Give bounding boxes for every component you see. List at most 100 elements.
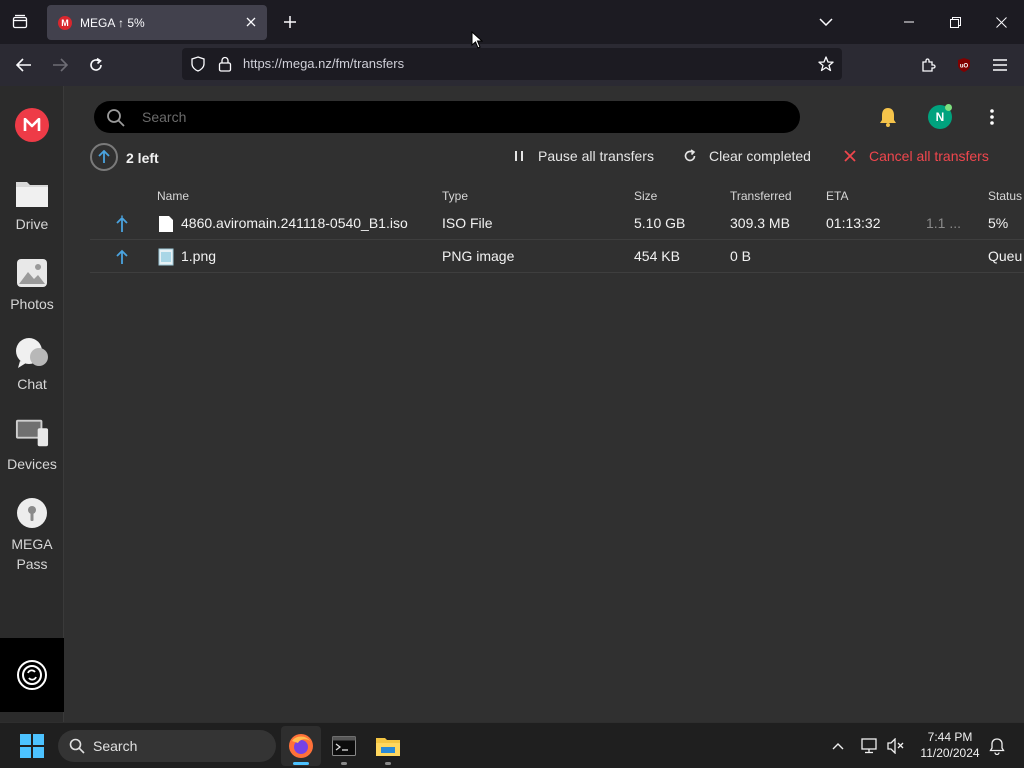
taskbar-file-explorer[interactable] <box>368 726 408 766</box>
sidebar-item-mega-pass[interactable]: MEGA Pass <box>0 496 64 574</box>
close-tab-button[interactable] <box>243 14 259 30</box>
cancel-all-button[interactable]: Cancel all transfers <box>841 146 989 166</box>
firefox-icon <box>289 734 313 758</box>
notifications-button[interactable] <box>876 105 900 129</box>
arrow-left-icon <box>16 58 31 72</box>
more-options-button[interactable] <box>982 105 1002 129</box>
app-menu-button[interactable] <box>988 53 1012 77</box>
taskbar-firefox[interactable] <box>281 726 321 766</box>
transfers-remaining: 2 left <box>126 150 159 166</box>
network-icon <box>861 738 877 754</box>
terminal-icon <box>332 736 356 756</box>
sidebar-item-label: Drive <box>15 216 49 232</box>
pause-all-button[interactable]: Pause all transfers <box>510 146 654 166</box>
chevron-up-icon <box>832 743 844 750</box>
close-icon <box>995 16 1007 28</box>
upload-arrow-icon <box>98 150 110 163</box>
taskbar-search-label: Search <box>93 738 138 754</box>
sidebar-item-photos[interactable]: Photos <box>0 256 64 314</box>
file-icon <box>159 216 173 232</box>
pause-icon <box>510 147 528 165</box>
system-clock[interactable]: 7:44 PM 11/20/2024 <box>914 729 986 761</box>
sync-app-button[interactable] <box>0 638 64 712</box>
table-row[interactable]: 4860.aviromain.241118-0540_B1.iso ISO Fi… <box>90 207 1024 240</box>
taskbar-search[interactable]: Search <box>58 730 276 762</box>
tab-title: MEGA ↑ 5% <box>80 15 145 30</box>
forward-button[interactable] <box>48 53 72 77</box>
online-status-dot <box>945 104 952 111</box>
sidebar-item-label: Devices <box>7 456 57 472</box>
taskbar-terminal[interactable] <box>324 726 364 766</box>
file-name: 4860.aviromain.241118-0540_B1.iso <box>181 215 408 231</box>
network-button[interactable] <box>860 736 880 756</box>
column-status[interactable]: Status <box>988 189 1022 203</box>
close-window-button[interactable] <box>986 8 1016 36</box>
extensions-button[interactable] <box>916 53 940 77</box>
browser-tab-bar: M MEGA ↑ 5% <box>0 0 1024 44</box>
clock-time: 7:44 PM <box>927 730 973 744</box>
show-hidden-icons-button[interactable] <box>828 736 848 756</box>
refresh-icon <box>681 147 699 165</box>
browser-tab[interactable]: M MEGA ↑ 5% <box>47 5 267 40</box>
mega-logo[interactable] <box>15 108 49 142</box>
reload-icon <box>90 57 102 71</box>
list-all-tabs-button[interactable] <box>8 10 32 34</box>
search-icon <box>107 109 125 127</box>
file-size: 454 KB <box>634 248 680 264</box>
taskbar: Search 7:44 PM 11/20/2024 <box>0 722 1024 768</box>
browser-nav-bar: https://mega.nz/fm/transfers uO <box>0 44 1024 86</box>
clear-completed-button[interactable]: Clear completed <box>681 146 811 166</box>
column-size[interactable]: Size <box>634 189 657 203</box>
sidebar-item-devices[interactable]: Devices <box>0 416 64 474</box>
url-bar[interactable]: https://mega.nz/fm/transfers <box>182 48 842 80</box>
column-transferred[interactable]: Transferred <box>730 189 792 203</box>
pause-all-label: Pause all transfers <box>538 148 654 164</box>
file-transferred: 0 B <box>730 248 752 264</box>
url-text[interactable]: https://mega.nz/fm/transfers <box>243 56 404 71</box>
folder-icon <box>15 176 49 210</box>
volume-button[interactable] <box>886 736 906 756</box>
sidebar-item-chat[interactable]: Chat <box>0 336 64 394</box>
sidebar-item-label: MEGA Pass <box>11 536 53 572</box>
tab-overflow-button[interactable] <box>814 10 838 34</box>
mega-favicon-icon: M <box>58 15 72 30</box>
active-indicator <box>293 762 309 765</box>
plus-icon <box>284 16 296 28</box>
search-bar[interactable]: Search <box>94 101 800 133</box>
bell-icon <box>880 108 896 127</box>
minimize-icon <box>904 21 914 23</box>
sidebar-item-drive[interactable]: Drive <box>0 176 64 234</box>
mega-app: Drive Photos Chat Devices MEGA Pass Sear… <box>0 86 1024 722</box>
bookmark-star-icon[interactable] <box>818 56 834 72</box>
shield-icon[interactable] <box>190 56 206 72</box>
file-size: 5.10 GB <box>634 215 686 231</box>
table-row[interactable]: 1.png PNG image 454 KB 0 B Queu <box>90 240 1024 273</box>
hamburger-icon <box>993 59 1007 71</box>
sidebar: Drive Photos Chat Devices MEGA Pass <box>0 86 64 722</box>
windows-start-icon[interactable] <box>20 734 44 758</box>
column-eta[interactable]: ETA <box>826 189 848 203</box>
restore-icon <box>949 16 961 28</box>
close-icon <box>246 17 256 27</box>
new-tab-button[interactable] <box>278 10 302 34</box>
ublock-button[interactable]: uO <box>952 53 976 77</box>
tab-list-icon <box>12 14 28 29</box>
lock-icon[interactable] <box>218 56 232 72</box>
upload-arrow-icon <box>116 249 128 264</box>
column-type[interactable]: Type <box>442 189 468 203</box>
column-name[interactable]: Name <box>157 189 189 203</box>
reload-button[interactable] <box>84 53 108 77</box>
ublock-icon: uO <box>958 58 970 72</box>
sidebar-item-label: Photos <box>10 296 54 312</box>
file-type: ISO File <box>442 215 493 231</box>
minimize-button[interactable] <box>894 8 924 36</box>
mega-logo-icon <box>23 118 41 131</box>
puzzle-icon <box>922 58 936 72</box>
back-button[interactable] <box>12 53 36 77</box>
file-type: PNG image <box>442 248 515 264</box>
transfer-speed: 1.1 ... <box>926 215 962 231</box>
file-eta: 01:13:32 <box>826 215 881 231</box>
restore-button[interactable] <box>940 8 970 36</box>
notifications-center-button[interactable] <box>987 736 1007 756</box>
running-indicator <box>385 762 391 765</box>
